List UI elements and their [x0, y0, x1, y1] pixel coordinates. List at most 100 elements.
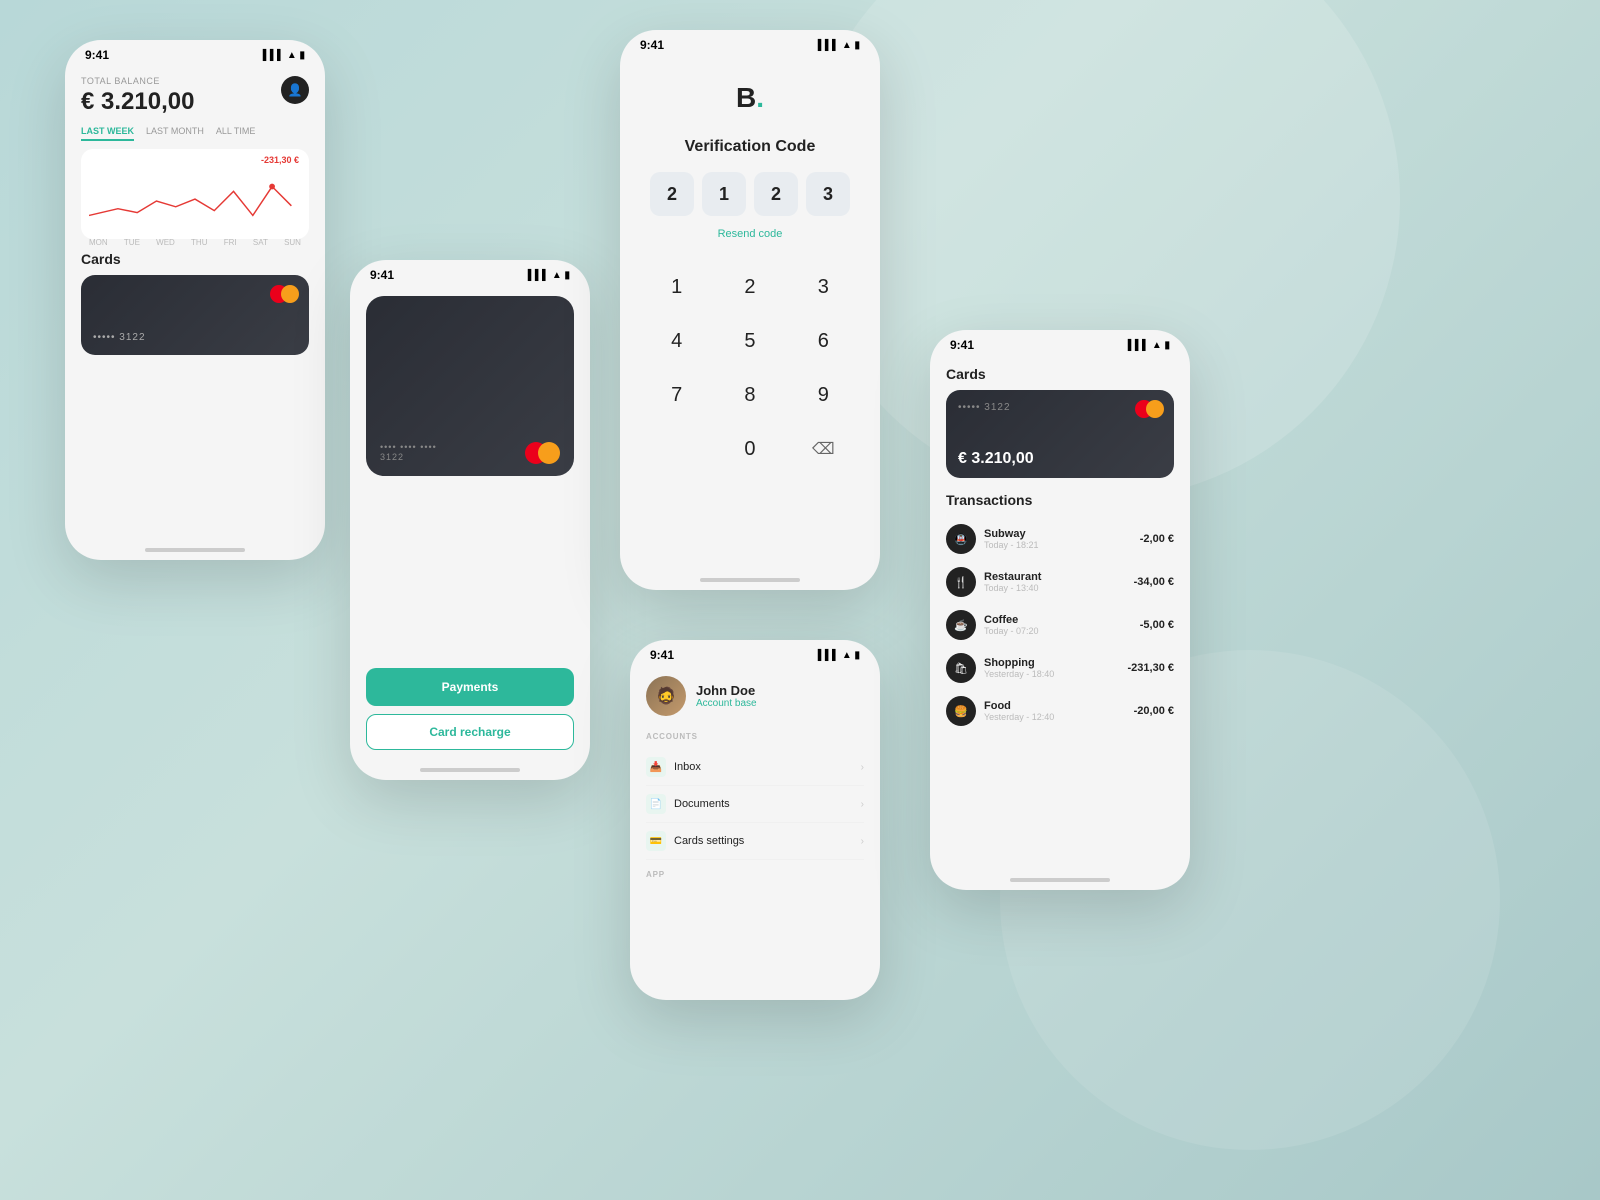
- status-time-3: 9:41: [640, 38, 664, 52]
- phone-transactions: 9:41 ▌▌▌ ▲ ▮ Cards ••••• 3122 € 3.210,00…: [930, 330, 1190, 890]
- cards-settings-chevron: ›: [861, 836, 864, 847]
- status-bar-3: 9:41 ▌▌▌ ▲ ▮: [620, 30, 880, 56]
- code-inputs: 2 1 2 3: [640, 172, 860, 216]
- shopping-amount: -231,30 €: [1128, 662, 1174, 674]
- chart-days: MON TUE WED THU FRI SAT SUN: [89, 238, 301, 247]
- tx-title: Transactions: [946, 492, 1174, 508]
- key-8[interactable]: 8: [713, 368, 786, 422]
- home-indicator-5: [930, 870, 1190, 890]
- food-name: Food: [984, 700, 1054, 712]
- card-number-5: ••••• 3122: [958, 402, 1011, 413]
- code-digit-1[interactable]: 2: [650, 172, 694, 216]
- brand-logo: B.: [640, 82, 860, 114]
- key-empty: [640, 422, 713, 476]
- avatar: 🧔: [646, 676, 686, 716]
- code-digit-2[interactable]: 1: [702, 172, 746, 216]
- shopping-name: Shopping: [984, 657, 1054, 669]
- key-9[interactable]: 9: [787, 368, 860, 422]
- status-time-5: 9:41: [950, 338, 974, 352]
- chart-negative-value: -231,30 €: [261, 155, 299, 165]
- inbox-chevron: ›: [861, 762, 864, 773]
- phone-profile: 9:41 ▌▌▌ ▲ ▮ 🧔 John Doe Account base ACC…: [630, 640, 880, 1000]
- tab-last-month[interactable]: LAST MONTH: [146, 126, 204, 141]
- balance-label: TOTAL BALANCE: [81, 76, 194, 86]
- tab-last-week[interactable]: LAST WEEK: [81, 126, 134, 141]
- inbox-icon: 📥: [646, 757, 666, 777]
- key-3[interactable]: 3: [787, 260, 860, 314]
- status-bar-1: 9:41 ▌▌▌ ▲ ▮: [65, 40, 325, 66]
- food-icon: 🍔: [946, 696, 976, 726]
- cards-title-1: Cards: [81, 251, 309, 267]
- key-7[interactable]: 7: [640, 368, 713, 422]
- key-0[interactable]: 0: [713, 422, 786, 476]
- key-backspace[interactable]: ⌫: [787, 422, 860, 476]
- docs-icon: 📄: [646, 794, 666, 814]
- menu-inbox[interactable]: 📥 Inbox ›: [646, 749, 864, 786]
- status-time-4: 9:41: [650, 648, 674, 662]
- shopping-icon: 🛍: [946, 653, 976, 683]
- payments-button[interactable]: Payments: [366, 668, 574, 706]
- menu-documents[interactable]: 📄 Documents ›: [646, 786, 864, 823]
- key-5[interactable]: 5: [713, 314, 786, 368]
- code-digit-3[interactable]: 2: [754, 172, 798, 216]
- credit-card-5[interactable]: ••••• 3122 € 3.210,00: [946, 390, 1174, 478]
- key-1[interactable]: 1: [640, 260, 713, 314]
- restaurant-name: Restaurant: [984, 571, 1041, 583]
- cards-section-1: Cards ••••• 3122: [81, 251, 309, 355]
- card-number-1: ••••• 3122: [93, 332, 146, 343]
- phone-verification: 9:41 ▌▌▌ ▲ ▮ B. Verification Code 2 1 2 …: [620, 30, 880, 590]
- subway-time: Today - 18:21: [984, 540, 1039, 550]
- credit-card-1[interactable]: ••••• 3122: [81, 275, 309, 355]
- time-tabs: LAST WEEK LAST MONTH ALL TIME: [81, 126, 309, 141]
- docs-chevron: ›: [861, 799, 864, 810]
- verify-title: Verification Code: [640, 138, 860, 156]
- coffee-icon: ☕: [946, 610, 976, 640]
- status-time-1: 9:41: [85, 48, 109, 62]
- cards-icon: 💳: [646, 831, 666, 851]
- inbox-label: Inbox: [674, 761, 701, 773]
- tx-shopping[interactable]: 🛍 Shopping Yesterday - 18:40 -231,30 €: [946, 647, 1174, 690]
- subway-amount: -2,00 €: [1140, 533, 1174, 545]
- food-time: Yesterday - 12:40: [984, 712, 1054, 722]
- home-indicator-2: [350, 760, 590, 780]
- restaurant-amount: -34,00 €: [1134, 576, 1174, 588]
- mastercard-logo-1: [270, 285, 299, 303]
- resend-code-link[interactable]: Resend code: [640, 228, 860, 240]
- status-time-2: 9:41: [370, 268, 394, 282]
- shopping-time: Yesterday - 18:40: [984, 669, 1054, 679]
- phone-card-detail: 9:41 ▌▌▌ ▲ ▮ •••• •••• ••••3122 Payments…: [350, 260, 590, 780]
- profile-subtitle: Account base: [696, 698, 757, 709]
- phone-dashboard: 9:41 ▌▌▌ ▲ ▮ TOTAL BALANCE € 3.210,00 👤 …: [65, 40, 325, 560]
- numpad: 1 2 3 4 5 6 7 8 9 0 ⌫: [640, 260, 860, 476]
- tx-food[interactable]: 🍔 Food Yesterday - 12:40 -20,00 €: [946, 690, 1174, 733]
- menu-cards-settings[interactable]: 💳 Cards settings ›: [646, 823, 864, 860]
- tab-all-time[interactable]: ALL TIME: [216, 126, 256, 141]
- recharge-button[interactable]: Card recharge: [366, 714, 574, 750]
- tx-coffee[interactable]: ☕ Coffee Today - 07:20 -5,00 €: [946, 604, 1174, 647]
- chart-svg: [89, 171, 301, 231]
- status-bar-4: 9:41 ▌▌▌ ▲ ▮: [630, 640, 880, 666]
- restaurant-time: Today - 13:40: [984, 583, 1041, 593]
- subway-icon: 🚇: [946, 524, 976, 554]
- tx-restaurant[interactable]: 🍴 Restaurant Today - 13:40 -34,00 €: [946, 561, 1174, 604]
- key-2[interactable]: 2: [713, 260, 786, 314]
- user-icon[interactable]: 👤: [281, 76, 309, 104]
- status-icons-2: ▌▌▌ ▲ ▮: [528, 270, 570, 281]
- status-icons-3: ▌▌▌ ▲ ▮: [818, 40, 860, 51]
- mastercard-large: [525, 442, 560, 464]
- cards-settings-label: Cards settings: [674, 835, 744, 847]
- coffee-name: Coffee: [984, 614, 1039, 626]
- profile-header: 🧔 John Doe Account base: [646, 676, 864, 716]
- tx-subway[interactable]: 🚇 Subway Today - 18:21 -2,00 €: [946, 518, 1174, 561]
- status-icons-1: ▌▌▌ ▲ ▮: [263, 50, 305, 61]
- key-6[interactable]: 6: [787, 314, 860, 368]
- status-bar-5: 9:41 ▌▌▌ ▲ ▮: [930, 330, 1190, 356]
- restaurant-icon: 🍴: [946, 567, 976, 597]
- key-4[interactable]: 4: [640, 314, 713, 368]
- status-icons-4: ▌▌▌ ▲ ▮: [818, 650, 860, 661]
- home-indicator-1: [65, 540, 325, 560]
- cards-title-5: Cards: [946, 366, 1174, 382]
- home-indicator-3: [620, 570, 880, 590]
- mastercard-logo-5: [1135, 400, 1164, 418]
- code-digit-4[interactable]: 3: [806, 172, 850, 216]
